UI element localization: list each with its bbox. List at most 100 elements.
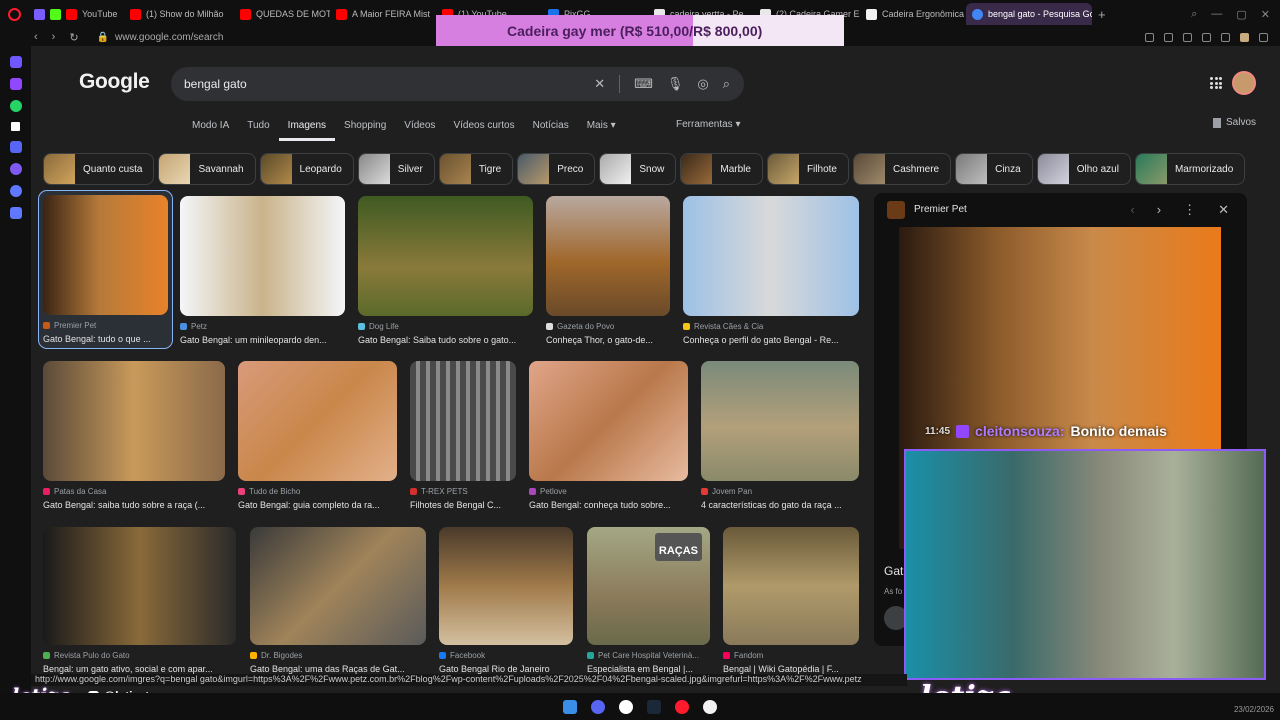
account-avatar[interactable]	[1232, 71, 1256, 95]
url-field[interactable]: 🔒 www.google.com/search	[97, 32, 224, 43]
chip[interactable]: Leopardo	[259, 153, 354, 185]
tab-videos-curtos[interactable]: Vídeos curtos	[444, 119, 523, 141]
discord-icon[interactable]	[591, 699, 605, 714]
image-result[interactable]: Dr. Bigodes Gato Bengal: uma das Raças d…	[250, 527, 426, 674]
tab[interactable]: (1) Show do Milhão	[124, 3, 234, 25]
extensions-icon[interactable]	[1221, 32, 1230, 42]
back-icon[interactable]: ‹	[34, 31, 38, 44]
search-tabs-icon[interactable]: ⌕	[1191, 8, 1197, 21]
maximize-icon[interactable]: ▢	[1236, 8, 1246, 21]
saved-button[interactable]: Salvos	[1212, 117, 1256, 128]
image-result[interactable]: Fandom Bengal | Wiki Gatopédia | F...	[723, 527, 859, 674]
next-icon[interactable]: ›	[1157, 202, 1161, 218]
chip-thumbnail	[518, 154, 550, 184]
tab[interactable]: A Maior FEIRA Mist	[330, 3, 436, 25]
source-icon	[701, 488, 708, 495]
settings-icon[interactable]	[9, 207, 22, 219]
clock-date: 23/02/2026	[1233, 705, 1274, 714]
whatsapp-icon[interactable]	[9, 100, 22, 112]
tab[interactable]: QUEDAS DE MOTO	[234, 3, 330, 25]
chip[interactable]: Quanto custa	[43, 153, 155, 185]
result-source: Dog Life	[358, 322, 533, 331]
source-icon	[43, 652, 50, 659]
image-result[interactable]: T-REX PETS Filhotes de Bengal C...	[410, 361, 516, 510]
x-icon[interactable]	[11, 122, 20, 131]
search-actions: ✕ ⌨ 🎙 ◎ ⌕	[594, 75, 744, 93]
chip[interactable]: Marble	[680, 153, 763, 185]
window-controls: ⌕ — ▢ ✕	[1191, 8, 1280, 21]
image-result[interactable]: Jovem Pan 4 características do gato da r…	[701, 361, 859, 510]
tab-modo-ia[interactable]: Modo IA	[183, 119, 238, 141]
close-icon[interactable]: ✕	[1218, 202, 1229, 218]
tab-videos[interactable]: Vídeos	[395, 119, 444, 141]
prev-icon[interactable]: ‹	[1130, 202, 1134, 218]
minimize-icon[interactable]: —	[1211, 8, 1222, 21]
snapshot-icon[interactable]	[1164, 32, 1173, 42]
image-result[interactable]: Premier Pet Gato Bengal: tudo o que ...	[38, 190, 173, 349]
chip[interactable]: Cashmere	[852, 153, 952, 185]
image-result[interactable]: Gazeta do Povo Conheça Thor, o gato-de..…	[546, 196, 670, 345]
keyboard-icon[interactable]: ⌨	[634, 76, 653, 92]
divider	[619, 75, 621, 93]
image-result[interactable]: Petz Gato Bengal: um minileopardo den...	[180, 196, 345, 345]
chip[interactable]: Tigre	[438, 153, 514, 185]
image-result[interactable]: Revista Pulo do Gato Bengal: um gato ati…	[43, 527, 236, 674]
clear-icon[interactable]: ✕	[594, 76, 605, 92]
tab-mais[interactable]: Mais ▾	[578, 119, 625, 141]
profile-avatar[interactable]	[1240, 32, 1249, 42]
opera-icon[interactable]	[675, 699, 689, 714]
menu-icon[interactable]	[1259, 32, 1268, 42]
tab-noticias[interactable]: Notícias	[524, 119, 578, 141]
twitch-icon[interactable]	[9, 78, 22, 90]
obs-icon[interactable]	[619, 699, 633, 714]
new-tab-button[interactable]: +	[1092, 7, 1112, 22]
image-result[interactable]: Tudo de Bicho Gato Bengal: guia completo…	[238, 361, 397, 510]
chip[interactable]: Snow	[599, 153, 677, 185]
close-icon[interactable]: ✕	[1261, 8, 1270, 21]
tab-shopping[interactable]: Shopping	[335, 119, 395, 141]
image-result[interactable]: Patas da Casa Gato Bengal: saiba tudo so…	[43, 361, 225, 510]
reload-icon[interactable]: ↻	[69, 31, 78, 44]
result-source: Dr. Bigodes	[250, 651, 426, 660]
tab-tudo[interactable]: Tudo	[238, 119, 278, 141]
lens-icon[interactable]: ◎	[697, 76, 708, 92]
chip[interactable]: Cinza	[955, 153, 1033, 185]
image-result[interactable]: Petlove Gato Bengal: conheça tudo sobre.…	[529, 361, 688, 510]
tab-active[interactable]: bengal gato - Pesquisa Go	[966, 3, 1092, 25]
google-logo[interactable]: Google	[79, 70, 150, 94]
google-icon	[972, 8, 983, 20]
image-result[interactable]: Dog Life Gato Bengal: Saiba tudo sobre o…	[358, 196, 533, 345]
chip[interactable]: Savannah	[158, 153, 256, 185]
image-result[interactable]: Facebook Gato Bengal Rio de Janeiro	[439, 527, 573, 674]
image-result[interactable]: RAÇAS Pet Care Hospital Veterinà... Espe…	[587, 527, 710, 674]
tab[interactable]: Cadeira Ergonômica	[860, 3, 966, 25]
chip[interactable]: Filhote	[766, 153, 849, 185]
search-input[interactable]: bengal gato ✕ ⌨ 🎙 ◎ ⌕	[171, 67, 744, 101]
result-title: Gato Bengal: conheça tudo sobre...	[529, 500, 671, 510]
tab[interactable]: YouTube	[28, 3, 124, 25]
bookmark-icon[interactable]	[1145, 32, 1154, 42]
chip[interactable]: Marmorizado	[1134, 153, 1246, 185]
chip[interactable]: Olho azul	[1036, 153, 1131, 185]
chip[interactable]: Preco	[517, 153, 596, 185]
tools-button[interactable]: Ferramentas ▾	[676, 119, 740, 130]
heart-icon[interactable]	[9, 163, 22, 175]
heart-icon[interactable]	[1202, 32, 1211, 42]
source-icon	[439, 652, 446, 659]
app-icon[interactable]	[703, 699, 717, 714]
mic-icon[interactable]: 🎙	[667, 76, 684, 92]
history-icon[interactable]	[9, 185, 22, 197]
chip[interactable]: Silver	[357, 153, 435, 185]
apps-icon[interactable]	[1210, 77, 1222, 89]
windows-start-icon[interactable]	[563, 699, 577, 714]
steam-icon[interactable]	[647, 699, 661, 714]
player-icon[interactable]	[1183, 32, 1192, 42]
forward-icon[interactable]: ›	[52, 31, 56, 44]
tab-imagens[interactable]: Imagens	[278, 119, 336, 141]
aria-icon[interactable]	[9, 56, 22, 68]
discord-icon[interactable]	[9, 141, 22, 153]
opera-menu-button[interactable]	[0, 0, 28, 28]
more-icon[interactable]: ⋮	[1183, 202, 1196, 218]
search-icon[interactable]: ⌕	[723, 76, 730, 92]
image-result[interactable]: Revista Cães & Cia Conheça o perfil do g…	[683, 196, 859, 345]
